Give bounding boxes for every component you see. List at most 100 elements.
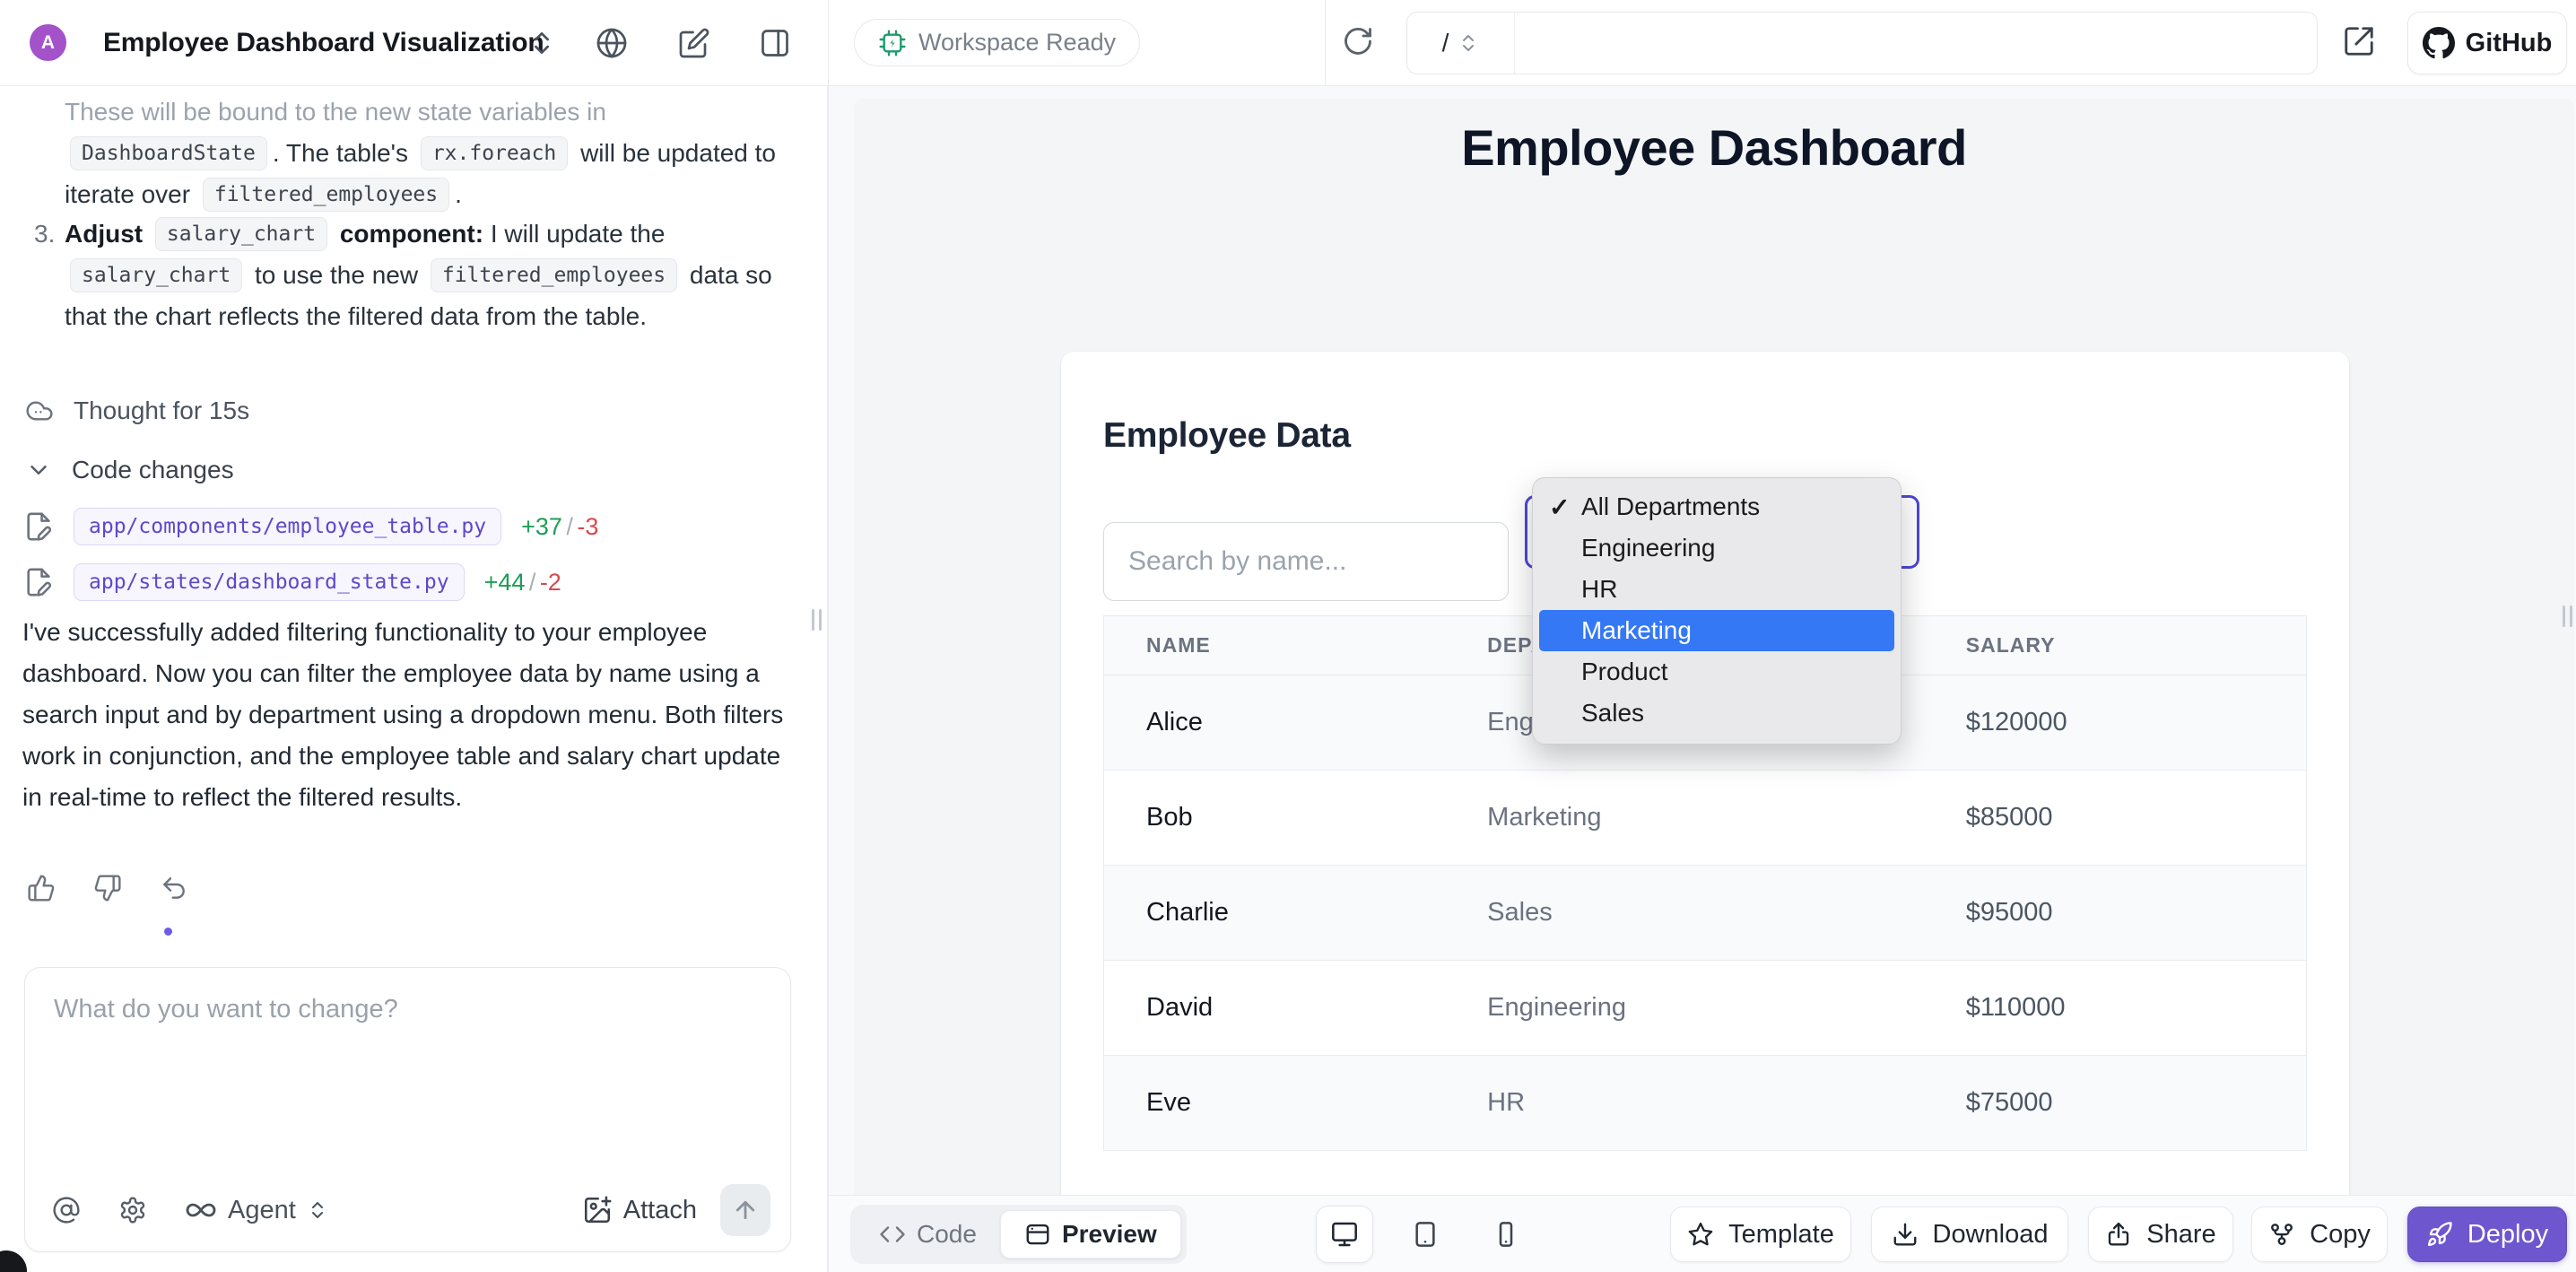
edit-icon <box>678 27 710 59</box>
chevron-down-icon <box>25 457 52 484</box>
project-title: Employee Dashboard Visualization <box>103 0 544 86</box>
list-item-number: 3. <box>34 213 55 255</box>
chat-input[interactable] <box>25 968 790 1165</box>
settings-gear-icon[interactable] <box>118 1196 147 1224</box>
dropdown-option-hr[interactable]: HR <box>1533 569 1901 610</box>
refresh-icon <box>1342 25 1374 57</box>
dropdown-option-engineering[interactable]: Engineering <box>1533 527 1901 569</box>
project-switcher-button[interactable] <box>522 23 561 63</box>
table-row[interactable]: David Engineering $110000 <box>1104 961 2307 1056</box>
device-mobile-button[interactable] <box>1477 1206 1535 1263</box>
option-label: Engineering <box>1581 534 1715 562</box>
publish-button[interactable] <box>592 23 631 63</box>
share-button[interactable]: Share <box>2088 1207 2233 1262</box>
route-path-label: / <box>1442 29 1449 57</box>
brain-icon <box>25 396 54 425</box>
download-button[interactable]: Download <box>1871 1207 2068 1262</box>
tab-preview[interactable]: Preview <box>1000 1210 1181 1259</box>
tablet-icon <box>1411 1220 1440 1249</box>
dropdown-option-sales[interactable]: Sales <box>1533 693 1901 734</box>
image-plus-icon <box>582 1195 613 1225</box>
file-path-chip[interactable]: app/states/dashboard_state.py <box>74 563 465 601</box>
avatar[interactable]: A <box>30 24 66 61</box>
agent-mode-select[interactable]: Agent <box>185 1194 328 1226</box>
search-input[interactable] <box>1103 522 1509 601</box>
preview-region: Employee Dashboard Employee Data NAME DE… <box>829 86 2576 1195</box>
dropdown-option-all-departments[interactable]: ✓ All Departments <box>1533 486 1901 527</box>
attach-button[interactable]: Attach <box>582 1195 697 1225</box>
code-changes-toggle[interactable]: Code changes <box>25 456 234 484</box>
diff-separator: / <box>566 513 573 540</box>
github-button[interactable]: GitHub <box>2407 12 2567 74</box>
chevrons-up-down-icon <box>1458 32 1479 54</box>
message-text: I will update the <box>491 220 666 248</box>
code-icon <box>879 1221 906 1248</box>
assistant-message-fragment: These will be bound to the new state var… <box>65 91 800 215</box>
inline-code-chip: salary_chart <box>70 258 242 292</box>
dropdown-option-product[interactable]: Product <box>1533 651 1901 693</box>
mention-icon[interactable] <box>52 1196 81 1224</box>
panel-resize-handle[interactable] <box>812 609 822 631</box>
template-button[interactable]: Template <box>1670 1207 1851 1262</box>
attach-label: Attach <box>623 1196 697 1225</box>
changed-file-row: app/components/employee_table.py +37 / -… <box>23 508 598 545</box>
assistant-summary: I've successfully added filtering functi… <box>22 612 797 818</box>
device-size-toggle <box>1316 1206 1535 1263</box>
send-button[interactable] <box>720 1184 770 1236</box>
department-dropdown-popup: ✓ All Departments Engineering HR Marketi… <box>1532 477 1902 745</box>
github-icon <box>2423 27 2455 59</box>
chevrons-up-down-icon <box>527 29 556 57</box>
chevrons-up-down-icon <box>307 1199 328 1221</box>
deploy-button[interactable]: Deploy <box>2407 1207 2567 1262</box>
device-tablet-button[interactable] <box>1397 1206 1454 1263</box>
refresh-button[interactable] <box>1338 22 1378 61</box>
inline-code-chip: filtered_employees <box>203 178 449 212</box>
copy-label: Copy <box>2310 1220 2371 1250</box>
copy-button[interactable]: Copy <box>2251 1207 2388 1262</box>
toggle-sidebar-button[interactable] <box>755 23 795 63</box>
revert-icon[interactable] <box>160 874 188 902</box>
inline-code-chip: rx.foreach <box>421 136 568 170</box>
tab-code[interactable]: Code <box>856 1210 1000 1259</box>
code-changes-label: Code changes <box>72 456 234 484</box>
option-label: HR <box>1581 575 1617 604</box>
cell-name: Eve <box>1104 1056 1488 1151</box>
browser-icon <box>1024 1221 1051 1248</box>
preview-url-bar: / <box>1406 12 2318 74</box>
message-text-bold: Adjust <box>65 220 143 248</box>
share-icon <box>2105 1221 2132 1248</box>
inline-code-chip: salary_chart <box>155 217 327 251</box>
cell-salary: $75000 <box>1966 1056 2307 1151</box>
message-text: . The table's <box>273 139 408 167</box>
rename-button[interactable] <box>674 23 714 63</box>
open-in-new-tab-button[interactable] <box>2339 22 2379 61</box>
cell-name: Alice <box>1104 675 1488 771</box>
cell-salary: $120000 <box>1966 675 2307 771</box>
thought-row[interactable]: Thought for 15s <box>25 396 249 425</box>
deploy-label: Deploy <box>2467 1220 2548 1250</box>
changed-file-row: app/states/dashboard_state.py +44 / -2 <box>23 563 561 601</box>
dropdown-option-marketing[interactable]: Marketing <box>1539 610 1894 651</box>
github-label: GitHub <box>2466 29 2553 58</box>
table-row[interactable]: Eve HR $75000 <box>1104 1056 2307 1151</box>
assistant-message-list-item: Adjust salary_chart component: I will up… <box>65 213 793 337</box>
diff-separator: / <box>529 569 536 596</box>
thought-label: Thought for 15s <box>74 396 249 425</box>
right-edge-resize-handle[interactable] <box>2563 606 2572 627</box>
code-preview-toggle: Code Preview <box>850 1205 1187 1264</box>
file-path-chip[interactable]: app/components/employee_table.py <box>74 508 501 545</box>
message-text: These will be bound to the new state var… <box>65 98 606 126</box>
thumbs-up-icon[interactable] <box>27 874 56 902</box>
table-row[interactable]: Bob Marketing $85000 <box>1104 771 2307 866</box>
message-text: . <box>455 180 462 208</box>
rocket-icon <box>2426 1221 2453 1248</box>
thumbs-down-icon[interactable] <box>93 874 122 902</box>
route-select[interactable]: / <box>1407 13 1515 74</box>
device-desktop-button[interactable] <box>1316 1206 1373 1263</box>
panel-right-icon <box>759 27 791 59</box>
cell-salary: $85000 <box>1966 771 2307 866</box>
table-row[interactable]: Charlie Sales $95000 <box>1104 866 2307 961</box>
message-actions <box>27 874 188 902</box>
url-input[interactable] <box>1515 13 2317 74</box>
help-bubble[interactable] <box>0 1250 27 1272</box>
